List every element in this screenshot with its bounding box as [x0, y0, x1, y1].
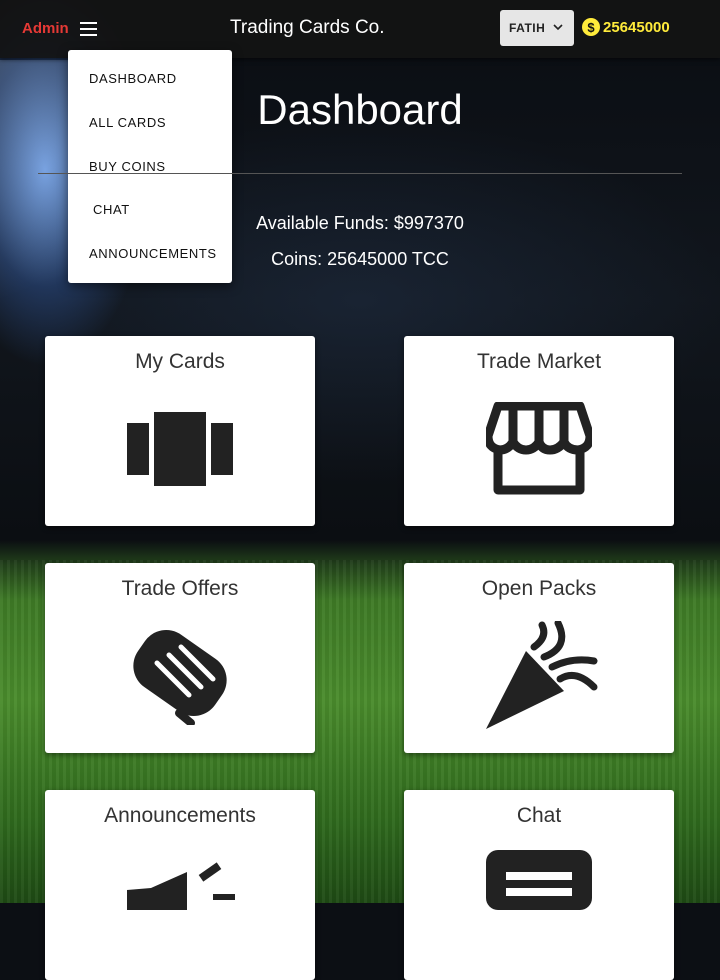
cards-icon [127, 412, 233, 486]
card-chat[interactable]: Chat [404, 790, 674, 980]
card-announcements[interactable]: Announcements [45, 790, 315, 980]
card-open-packs[interactable]: Open Packs [404, 563, 674, 753]
chat-icon [486, 850, 592, 910]
coin-icon: $ [582, 18, 600, 36]
menu-item-buy-coins[interactable]: BUY COINS [89, 159, 166, 174]
card-trade-offers[interactable]: Trade Offers [45, 563, 315, 753]
page-title: Dashboard [257, 86, 463, 133]
card-label: Open Packs [481, 577, 597, 600]
admin-link[interactable]: Admin [22, 20, 69, 37]
coin-balance: $ 25645000 [582, 18, 670, 36]
brand-title[interactable]: Trading Cards Co. [230, 17, 385, 39]
card-label: Trade Offers [121, 577, 239, 600]
coins-balance-text: Coins: 25645000 TCC [271, 249, 449, 269]
card-trade-market[interactable]: Trade Market [404, 336, 674, 526]
card-label: Trade Market [476, 350, 602, 373]
menu-item-dashboard[interactable]: DASHBOARD [89, 71, 177, 86]
card-my-cards[interactable]: My Cards [45, 336, 315, 526]
chevron-down-icon [553, 24, 563, 31]
hamburger-menu-icon[interactable] [80, 22, 97, 36]
available-funds: Available Funds: $997370 [256, 213, 464, 233]
card-label: Announcements [104, 804, 256, 827]
handshake-icon [133, 630, 227, 725]
card-label: Chat [516, 804, 562, 827]
storefront-icon [486, 402, 592, 495]
divider [38, 173, 682, 174]
user-dropdown-button[interactable]: FATIH [500, 10, 574, 46]
card-label: My Cards [135, 350, 225, 373]
coin-count: 25645000 [603, 18, 670, 36]
party-popper-icon [486, 621, 598, 729]
user-name: FATIH [509, 21, 546, 35]
